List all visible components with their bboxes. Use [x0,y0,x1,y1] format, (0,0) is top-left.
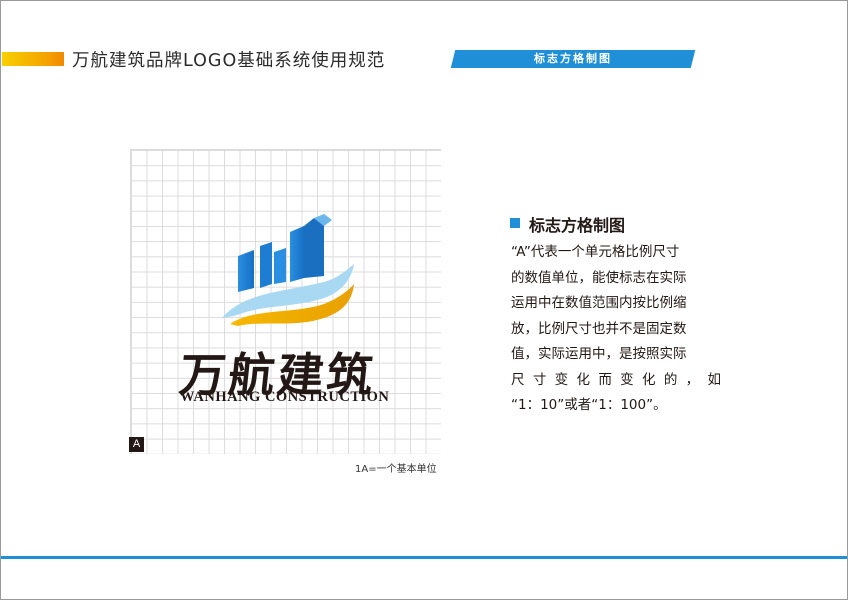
description-line: 尺 寸 变 化 而 变 化 的 ， 如 [511,371,721,388]
building-block-5 [304,218,324,278]
description-line: 运用中在数值范围内按比例缩 [511,295,687,311]
building-block-1 [238,250,254,292]
header-tab-label: 标志方格制图 [534,52,612,65]
logo-name-en: WANHANG CONSTRUCTION [180,389,390,405]
grid-unit-marker: A [129,437,144,452]
page-title: 万航建筑品牌LOGO基础系统使用规范 [72,51,386,71]
building-block-2 [260,242,272,288]
description-line: 的数值单位，能使标志在实际 [511,269,687,286]
section-description: “A”代表一个单元格比例尺寸 的数值单位，能使标志在实际 运用中在数值范围内按比… [511,240,721,419]
section-heading: 标志方格制图 [529,216,626,235]
grid-caption: 1A=一个基本单位 [355,464,437,475]
description-line: “1：10”或者“1：100”。 [511,397,667,413]
building-block-4 [290,226,304,282]
section-marker [510,218,520,228]
description-line: “A”代表一个单元格比例尺寸 [511,244,680,260]
header-accent-bar [2,52,64,66]
description-line: 值，实际运用中，是按照实际 [511,346,687,362]
footer-divider [1,556,847,559]
logo-emblem [222,214,354,326]
building-block-3 [274,248,286,284]
description-line: 放，比例尺寸也并不是固定数 [511,320,687,337]
